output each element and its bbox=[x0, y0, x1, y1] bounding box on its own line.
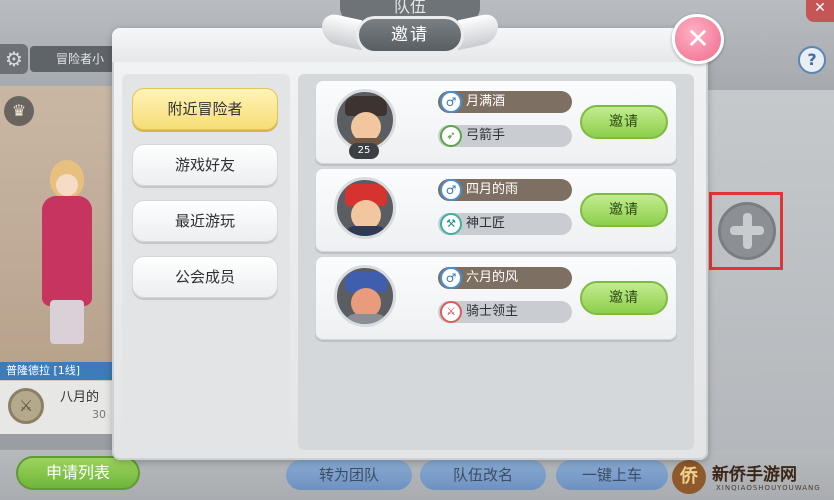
player-avatar bbox=[334, 177, 396, 239]
one-click-board-button[interactable]: 一键上车 bbox=[556, 460, 668, 490]
player-card: 六月的风 ♂ 骑士领主 ⚔ 邀请 bbox=[315, 256, 677, 340]
apply-list-button[interactable]: 申请列表 bbox=[16, 456, 140, 490]
avatar-body bbox=[345, 314, 387, 324]
watermark-subtitle: XINQIAOSHOUYOUWANG bbox=[716, 484, 821, 492]
character-face bbox=[56, 174, 78, 196]
convert-team-button[interactable]: 转为团队 bbox=[286, 460, 412, 490]
dialog-title: 邀请 bbox=[356, 16, 464, 54]
character-body bbox=[42, 196, 92, 306]
server-label: 普隆德拉 [1线] bbox=[0, 362, 118, 380]
tab-recently-played[interactable]: 最近游玩 bbox=[132, 200, 278, 242]
tab-guild-members[interactable]: 公会成员 bbox=[132, 256, 278, 298]
help-icon[interactable]: ? bbox=[798, 46, 826, 74]
level-badge: 25 bbox=[349, 143, 379, 159]
character-legs bbox=[50, 300, 84, 344]
avatar-body bbox=[345, 226, 387, 236]
member-name: 八月的 bbox=[60, 390, 100, 405]
crown-icon: ♛ bbox=[4, 96, 34, 126]
player-avatar bbox=[334, 265, 396, 327]
male-icon: ♂ bbox=[440, 267, 462, 289]
watermark-logo: 侨 bbox=[672, 460, 706, 494]
lance-icon: ⚔ bbox=[440, 301, 462, 323]
gear-icon[interactable]: ⚙ bbox=[0, 44, 28, 74]
player-avatar bbox=[334, 89, 396, 151]
invite-button[interactable]: 邀请 bbox=[580, 105, 668, 139]
guild-badge-icon: ⚔ bbox=[8, 388, 44, 424]
invite-button[interactable]: 邀请 bbox=[580, 193, 668, 227]
highlight-frame bbox=[709, 192, 783, 270]
bow-icon: ➶ bbox=[440, 125, 462, 147]
empty-slot-panel bbox=[708, 90, 834, 450]
male-icon: ♂ bbox=[440, 91, 462, 113]
player-card: 四月的雨 ♂ 神工匠 ⚒ 邀请 bbox=[315, 168, 677, 252]
hammer-icon: ⚒ bbox=[440, 213, 462, 235]
tab-game-friends[interactable]: 游戏好友 bbox=[132, 144, 278, 186]
invite-button[interactable]: 邀请 bbox=[580, 281, 668, 315]
male-icon: ♂ bbox=[440, 179, 462, 201]
watermark-title: 新侨手游网 bbox=[712, 465, 797, 485]
character-portrait bbox=[34, 160, 100, 350]
player-card: 25 月满酒 ♂ 弓箭手 ➶ 邀请 bbox=[315, 80, 677, 164]
rename-team-button[interactable]: 队伍改名 bbox=[420, 460, 546, 490]
tab-nearby-adventurers[interactable]: 附近冒险者 bbox=[132, 88, 278, 130]
member-sub: 30 bbox=[92, 408, 106, 421]
close-icon: ✕ bbox=[686, 22, 710, 55]
watermark: 侨 新侨手游网 XINQIAOSHOUYOUWANG bbox=[672, 458, 834, 498]
close-button[interactable]: ✕ bbox=[672, 14, 724, 64]
background-close-icon[interactable]: ✕ bbox=[806, 0, 834, 22]
